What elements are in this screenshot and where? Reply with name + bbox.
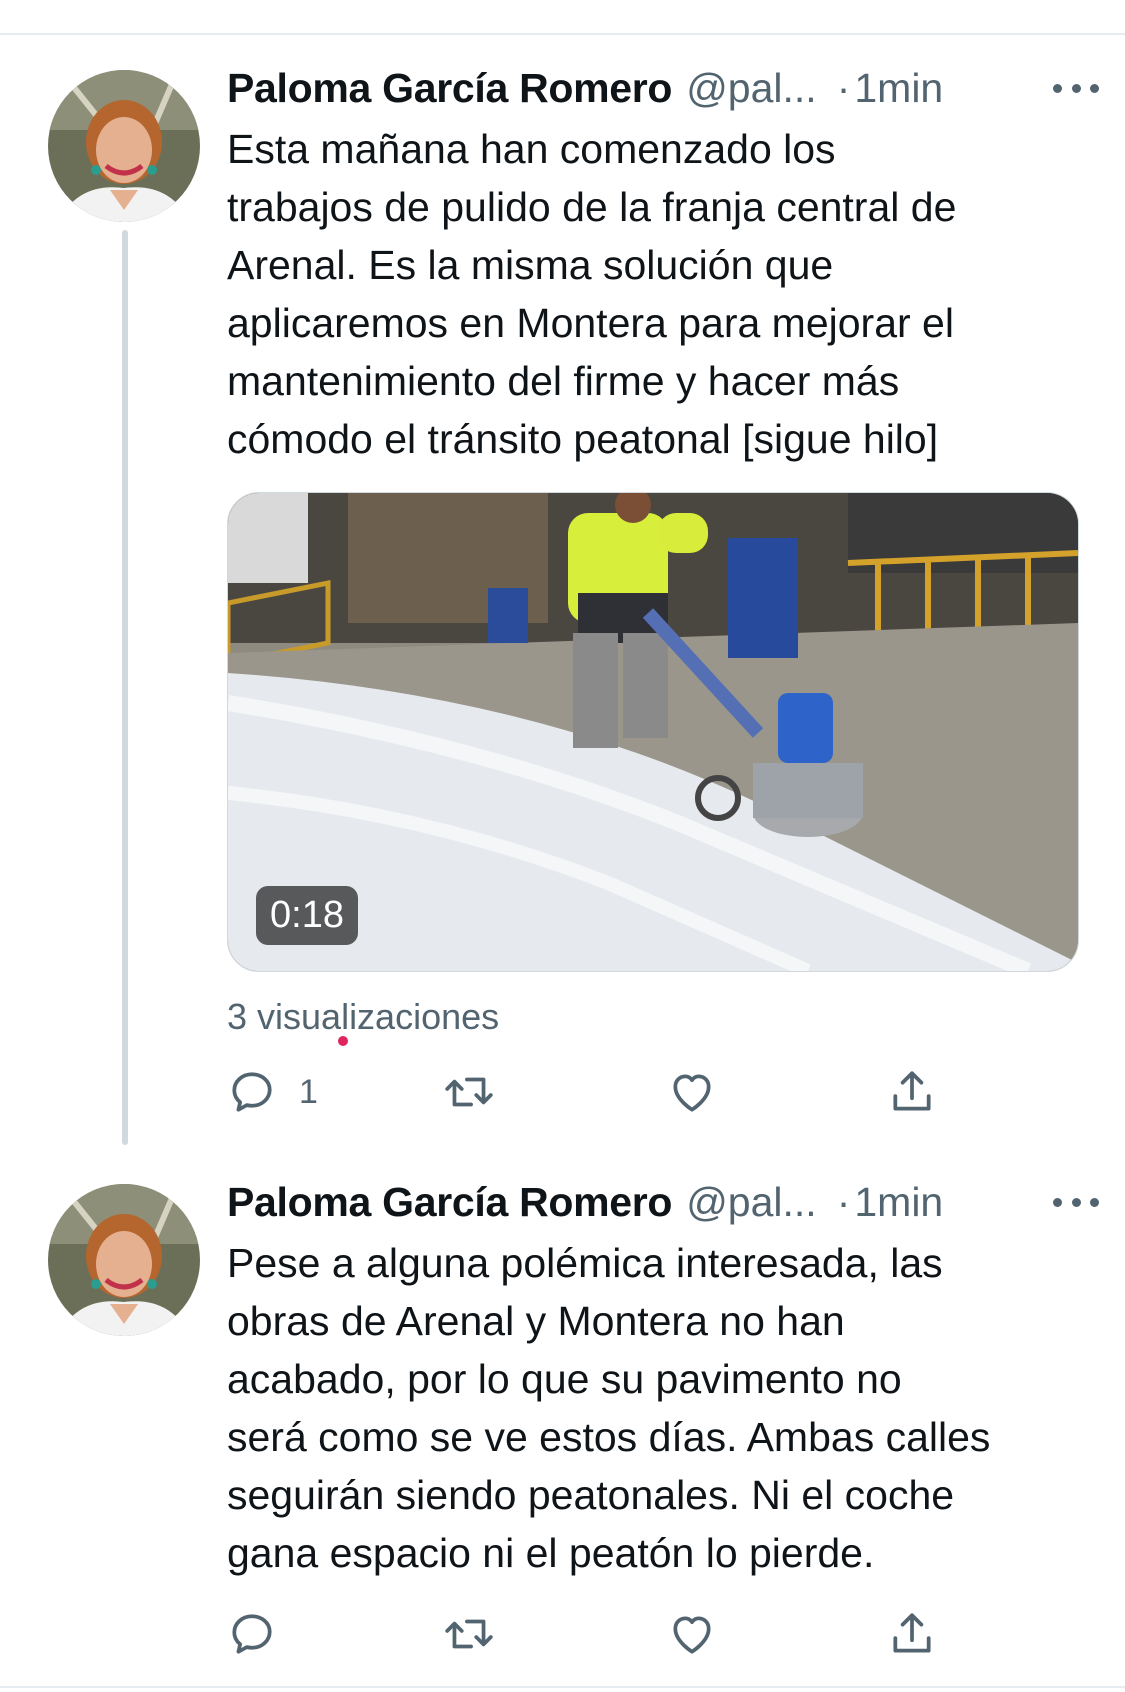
- tweet-text: Esta mañana han comenzado los trabajos d…: [227, 120, 1107, 468]
- tweet-text-line: Esta mañana han comenzado los: [227, 126, 836, 172]
- tweet-text-line: cómodo el tránsito peatonal [sigue hilo]: [227, 416, 939, 462]
- video-player[interactable]: 0:18: [227, 492, 1079, 972]
- view-count[interactable]: 3 visualizaciones: [227, 996, 499, 1038]
- tweet-text-line: mantenimiento del firme y hacer más: [227, 358, 900, 404]
- retweet-button[interactable]: [442, 1604, 496, 1664]
- heart-icon: [673, 1074, 711, 1112]
- share-icon: [893, 1071, 931, 1111]
- bottom-divider: [0, 1686, 1125, 1688]
- tweet-time[interactable]: 1min: [854, 65, 943, 112]
- reply-button[interactable]: 1: [227, 1062, 318, 1122]
- more-options-icon[interactable]: [1053, 78, 1099, 98]
- video-duration: 0:18: [256, 886, 358, 945]
- heart-icon: [673, 1616, 711, 1654]
- tweet-text: Pese a alguna polémica interesada, las o…: [227, 1234, 1107, 1582]
- reply-icon: [232, 1072, 272, 1112]
- retweet-icon: [445, 1619, 493, 1649]
- reply-count: 1: [299, 1072, 318, 1111]
- tweet-text-line: obras de Arenal y Montera no han: [227, 1298, 845, 1344]
- tweet-text-line: aplicaremos en Montera para mejorar el: [227, 300, 954, 346]
- tweet-actions: 1: [227, 1062, 967, 1122]
- avatar[interactable]: [48, 70, 200, 222]
- reply-icon: [232, 1614, 272, 1654]
- tweet-1[interactable]: Paloma García Romero @pal... · 1min Esta…: [0, 0, 1125, 1150]
- tweet-actions: [227, 1604, 967, 1664]
- tweet-text-line: será como se ve estos días. Ambas calles: [227, 1414, 991, 1460]
- tweet-header: Paloma García Romero @pal... · 1min: [227, 60, 1103, 116]
- tweet-text-line: gana espacio ni el peatón lo pierde.: [227, 1530, 875, 1576]
- share-icon: [893, 1613, 931, 1653]
- tweet-text-line: Arenal. Es la misma solución que: [227, 242, 834, 288]
- author-name[interactable]: Paloma García Romero: [227, 1179, 672, 1226]
- more-options-icon[interactable]: [1053, 1192, 1099, 1212]
- tweet-time[interactable]: 1min: [854, 1179, 943, 1226]
- author-handle[interactable]: @pal...: [686, 1179, 817, 1226]
- tweet-text-line: trabajos de pulido de la franja central …: [227, 184, 957, 230]
- tweet-text-line: acabado, por lo que su pavimento no: [227, 1356, 902, 1402]
- tweet-2[interactable]: Paloma García Romero @pal... · 1min Pese…: [0, 1150, 1125, 1686]
- like-button[interactable]: [667, 1062, 717, 1122]
- like-button[interactable]: [667, 1604, 717, 1664]
- indicator-dot: [338, 1036, 348, 1046]
- author-name[interactable]: Paloma García Romero: [227, 65, 672, 112]
- share-button[interactable]: [887, 1604, 937, 1664]
- share-button[interactable]: [887, 1062, 937, 1122]
- retweet-icon: [445, 1077, 493, 1107]
- reply-button[interactable]: [227, 1604, 277, 1664]
- tweet-text-line: seguirán siendo peatonales. Ni el coche: [227, 1472, 955, 1518]
- avatar[interactable]: [48, 1184, 200, 1336]
- retweet-button[interactable]: [442, 1062, 496, 1122]
- thread-line: [122, 230, 128, 1145]
- separator: ·: [836, 64, 851, 111]
- separator: ·: [836, 1178, 851, 1225]
- tweet-text-line: Pese a alguna polémica interesada, las: [227, 1240, 943, 1286]
- tweet-header: Paloma García Romero @pal... · 1min: [227, 1174, 1103, 1230]
- author-handle[interactable]: @pal...: [686, 65, 817, 112]
